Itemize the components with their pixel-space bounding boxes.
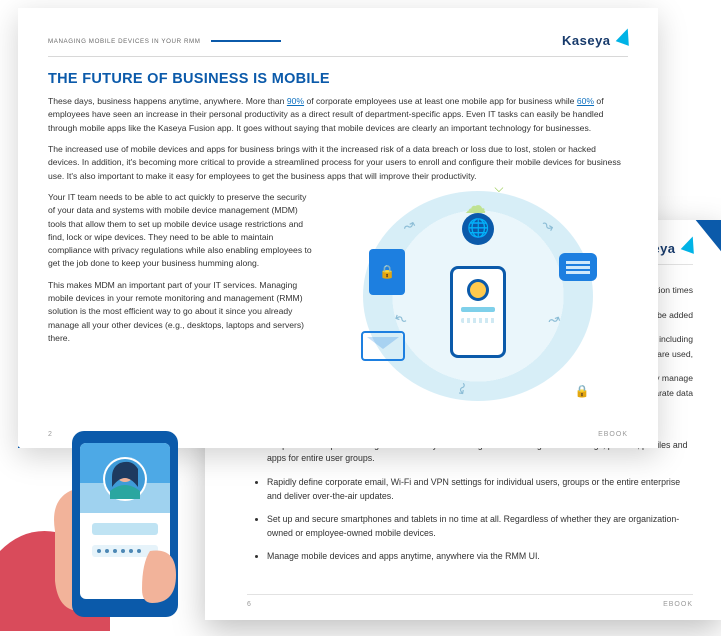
chat-icon [559,253,597,281]
profile-bullets: Simple user template management allows y… [247,439,693,564]
paragraph-2: The increased use of mobile devices and … [48,143,628,183]
page2-illustration: ⌵ ☁ 🌐 ↝ ↝ ↝ ↝ ↝ [329,191,628,401]
arrow-icon: ↝ [393,309,410,329]
stat-link-90[interactable]: 90% [287,96,304,106]
wifi-icon: ⌵ [494,181,503,196]
page-number: 6 [247,601,252,608]
footer-label: EBOOK [663,601,693,608]
paragraph-4: This makes MDM an important part of your… [48,279,315,346]
brand-mark-icon [616,26,635,46]
list-item: Set up and secure smartphones and tablet… [267,513,693,540]
paragraph-1: These days, business happens anytime, an… [48,95,628,135]
arrow-icon: ↝ [545,309,562,329]
kaseya-logo: Kaseya [562,32,628,50]
mail-icon [361,331,405,361]
avatar-icon [467,279,489,301]
page6-footer: 6 EBOOK [247,594,693,608]
list-item: Rapidly define corporate email, Wi-Fi an… [267,476,693,503]
footer-label: EBOOK [598,431,628,438]
field-bar-icon [461,307,495,312]
document-lock-icon [369,249,405,295]
password-dots-icon [461,318,495,323]
page2-header: MANAGING MOBILE DEVICES IN YOUR RMM Kase… [48,32,628,57]
arrow-icon: ↝ [454,381,473,396]
hand-phone-illustration [0,351,240,631]
arrow-icon: ↝ [400,215,419,236]
list-item: Manage mobile devices and apps anytime, … [267,550,693,564]
page-title: THE FUTURE OF BUSINESS IS MOBILE [48,71,628,87]
paragraph-3: Your IT team needs to be able to act qui… [48,191,315,271]
running-head: MANAGING MOBILE DEVICES IN YOUR RMM [48,38,281,45]
arrow-icon: ↝ [538,215,557,236]
mdm-hero-graphic: ⌵ ☁ 🌐 ↝ ↝ ↝ ↝ ↝ [363,191,593,401]
brand-name: Kaseya [562,33,611,48]
phone-icon [450,266,506,358]
stat-link-60[interactable]: 60% [577,96,594,106]
globe-icon: 🌐 [462,213,494,245]
